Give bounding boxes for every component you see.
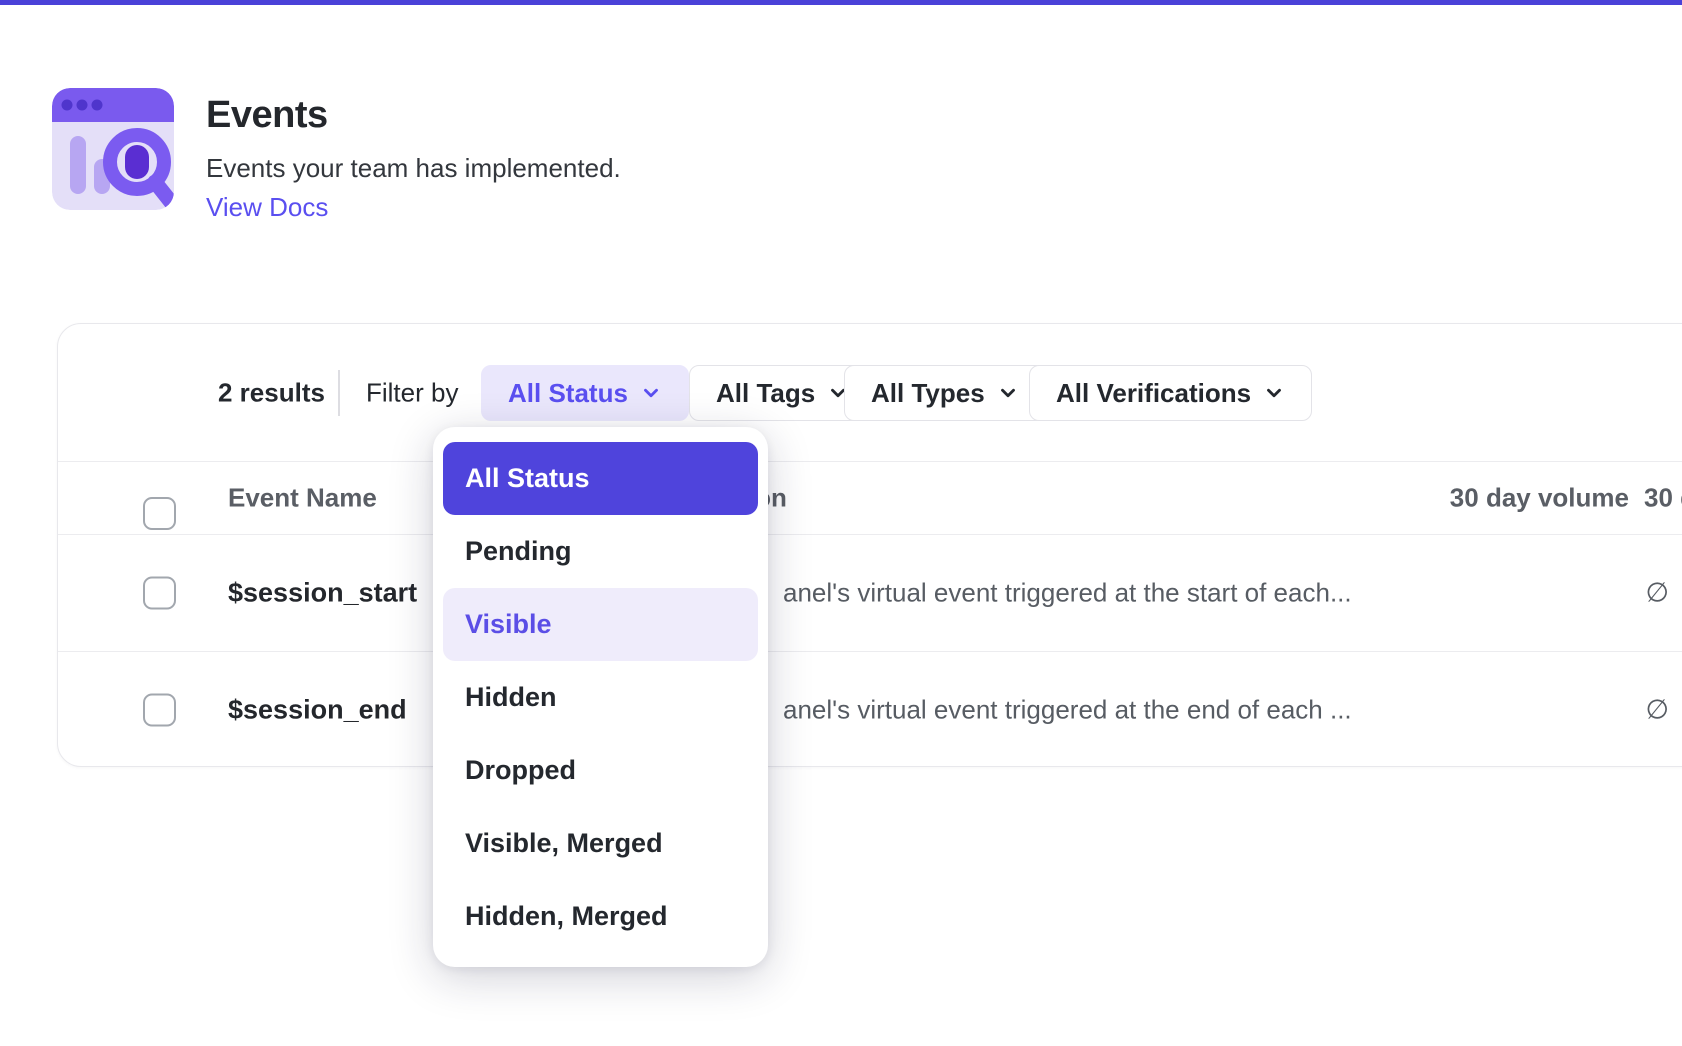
event-volume-cell: ∅ <box>1645 578 1669 609</box>
table-header-row: Event Name ription 30 day volume 30 d <box>58 461 1682 534</box>
column-header-clipped[interactable]: 30 d <box>1644 482 1682 513</box>
chevron-down-icon <box>1263 382 1285 404</box>
events-table-card: 2 results Filter by All Status All Tags … <box>57 323 1682 767</box>
dropdown-option-visible[interactable]: Visible <box>443 588 758 661</box>
types-filter-label: All Types <box>871 378 985 409</box>
dropdown-option-dropped[interactable]: Dropped <box>443 734 758 807</box>
page-subtitle: Events your team has implemented. <box>206 153 621 184</box>
page-title: Events <box>206 94 621 137</box>
dropdown-option-all-status[interactable]: All Status <box>443 442 758 515</box>
event-description-cell: anel's virtual event triggered at the st… <box>783 578 1352 609</box>
table-row[interactable]: $session_start anel's virtual event trig… <box>58 534 1682 651</box>
types-filter-button[interactable]: All Types <box>844 365 1046 421</box>
header-text: Events Events your team has implemented.… <box>206 88 621 223</box>
status-dropdown-menu: All Status Pending Visible Hidden Droppe… <box>433 427 768 967</box>
page-header: Events Events your team has implemented.… <box>52 88 621 223</box>
status-filter-button[interactable]: All Status <box>481 365 689 421</box>
toolbar-divider <box>338 370 340 416</box>
row-checkbox[interactable] <box>143 577 176 610</box>
row-checkbox[interactable] <box>143 694 176 727</box>
event-name-cell[interactable]: $session_start <box>228 578 417 609</box>
top-accent-bar <box>0 0 1682 5</box>
analytics-browser-icon <box>52 88 174 210</box>
dropdown-option-pending[interactable]: Pending <box>443 515 758 588</box>
table-row[interactable]: $session_end anel's virtual event trigge… <box>58 651 1682 768</box>
column-header-30-day-volume[interactable]: 30 day volume <box>1450 482 1629 513</box>
column-header-event-name[interactable]: Event Name <box>228 482 377 513</box>
verifications-filter-button[interactable]: All Verifications <box>1029 365 1312 421</box>
events-page: Events Events your team has implemented.… <box>0 0 1682 1046</box>
event-name-cell[interactable]: $session_end <box>228 695 407 726</box>
event-description-cell: anel's virtual event triggered at the en… <box>783 695 1352 726</box>
tags-filter-label: All Tags <box>716 378 815 409</box>
select-all-checkbox[interactable] <box>143 497 176 530</box>
chevron-down-icon <box>640 382 662 404</box>
dropdown-option-hidden-merged[interactable]: Hidden, Merged <box>443 880 758 953</box>
filter-by-label: Filter by <box>366 377 458 408</box>
event-volume-cell: ∅ <box>1645 695 1669 726</box>
results-count: 2 results <box>218 377 325 408</box>
chevron-down-icon <box>997 382 1019 404</box>
filter-toolbar: 2 results Filter by All Status All Tags … <box>58 324 1682 461</box>
view-docs-link[interactable]: View Docs <box>206 192 328 223</box>
dropdown-option-visible-merged[interactable]: Visible, Merged <box>443 807 758 880</box>
verifications-filter-label: All Verifications <box>1056 378 1251 409</box>
status-filter-label: All Status <box>508 378 628 409</box>
dropdown-option-hidden[interactable]: Hidden <box>443 661 758 734</box>
